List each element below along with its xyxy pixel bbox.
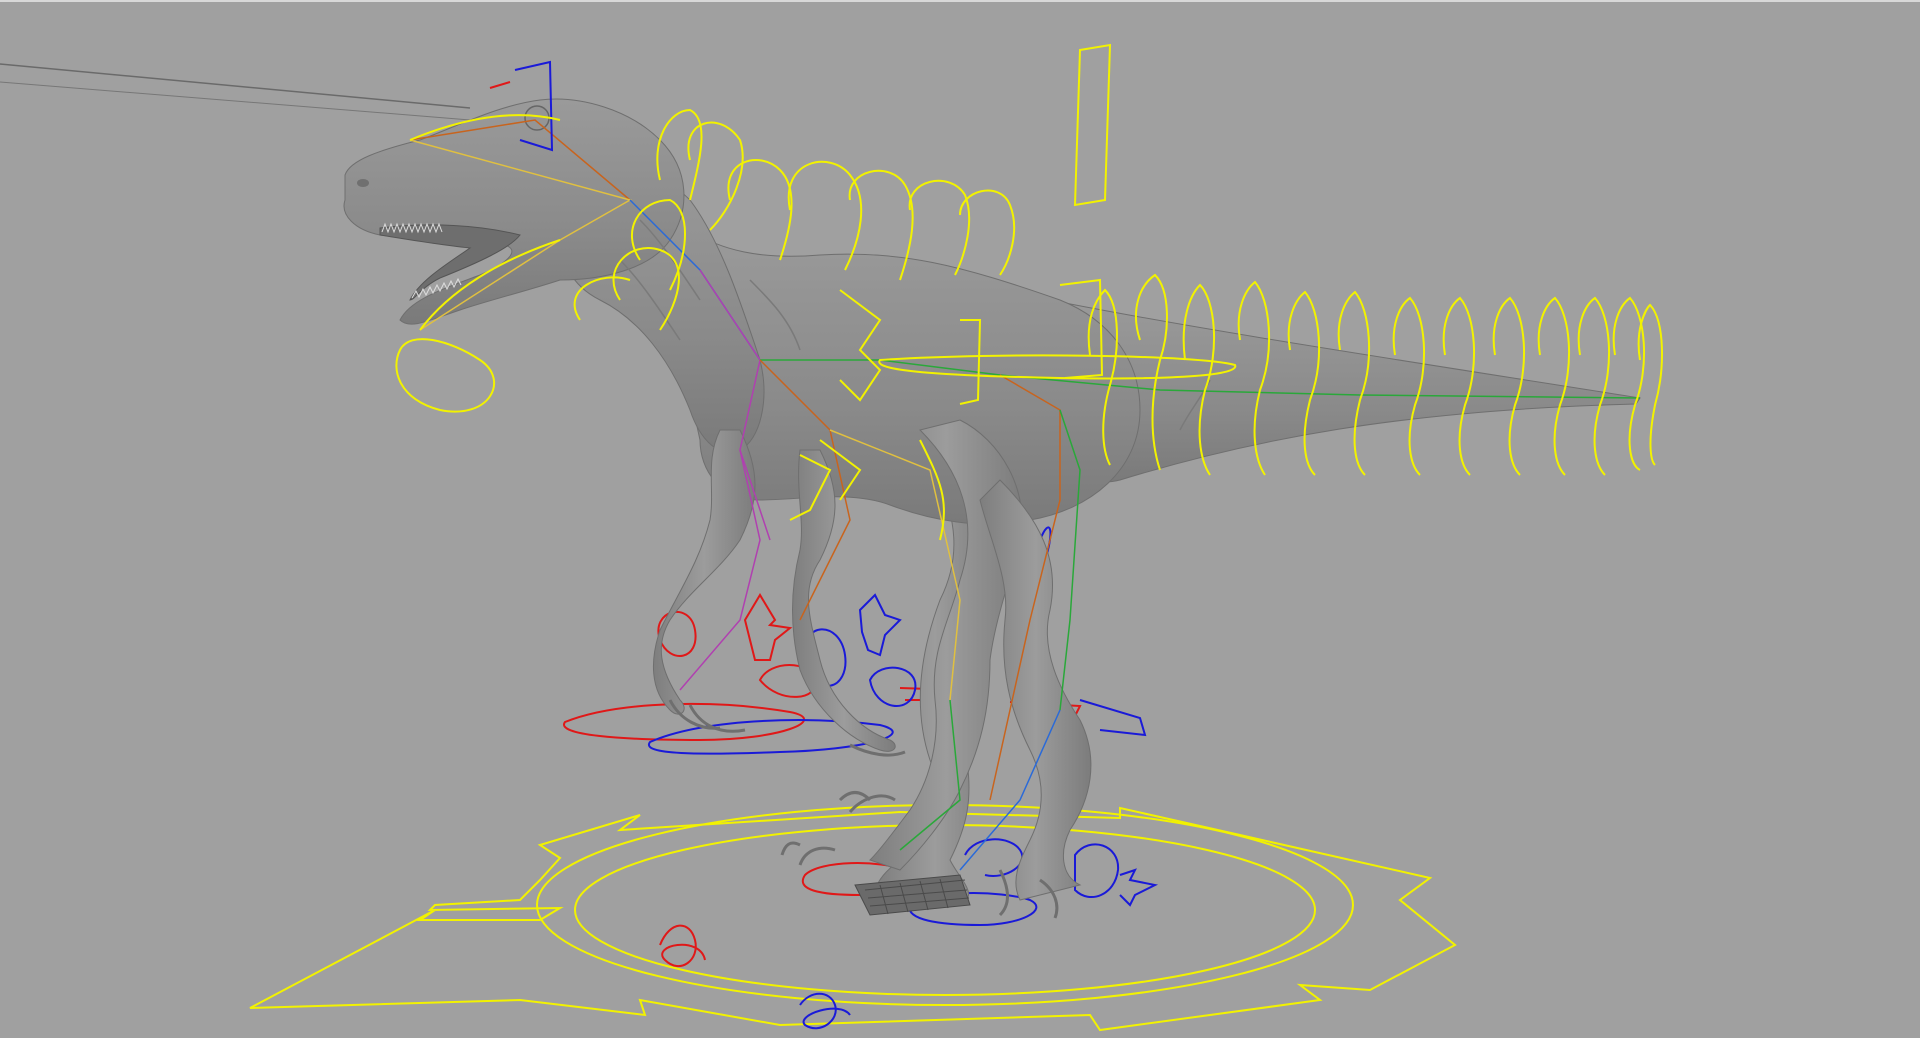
global-ring-control[interactable] [249,804,1457,1032]
raptor-arm-left[interactable] [652,429,756,715]
arm-claws [668,699,906,757]
foot-contact-grid [854,874,971,916]
raptor-mesh[interactable] [343,98,1641,919]
head-red-indicator [489,81,511,89]
raptor-nostril [357,179,369,187]
camera-guide-line [0,63,471,121]
back-leg-mid[interactable] [979,479,1092,901]
viewport-scene[interactable] [0,0,1920,1038]
right-foot-ik-controls[interactable] [799,838,1159,1030]
3d-viewport[interactable] [0,0,1920,1038]
